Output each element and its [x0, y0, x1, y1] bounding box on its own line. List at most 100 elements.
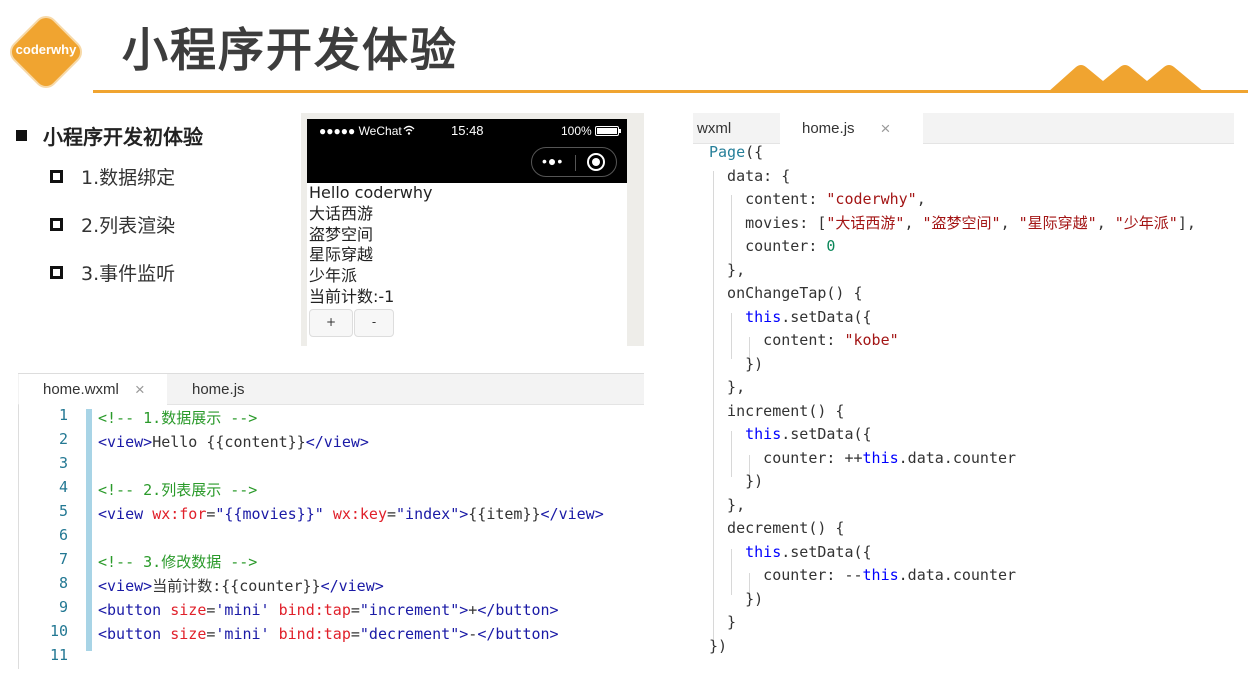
- tab-label: home.js: [802, 120, 855, 137]
- code-line: }): [709, 634, 727, 658]
- wxml-editor: home.wxml × home.js 1 <!-- 1.数据展示 --> 2 <vi…: [18, 373, 644, 669]
- outline-sub-label: 2.列表渲染: [81, 214, 176, 237]
- code-line: this.setData({: [709, 540, 872, 564]
- code-line: <button size='mini' bind:tap="decrement"…: [98, 622, 559, 646]
- phone-content: Hello coderwhy 大话西游 盗梦空间 星际穿越 少年派 当前计数:-…: [307, 183, 627, 337]
- more-icon[interactable]: •●•: [542, 153, 563, 169]
- status-bar: ●●●●● WeChat 15:48 100% •●•: [307, 119, 627, 183]
- editor-tabbar: home.wxml × home.js: [18, 374, 644, 405]
- line-number: 11: [49, 646, 68, 664]
- code-token-tag: <view>: [98, 433, 153, 451]
- code-token-tag: </view>: [320, 577, 384, 595]
- tab-label: wxml: [697, 120, 732, 137]
- code-line: }): [709, 469, 763, 493]
- code-token-jsstr: "大话西游": [826, 213, 905, 232]
- tab-label: home.wxml: [43, 381, 119, 398]
- outline-sub-item: 2.列表渲染: [16, 200, 203, 248]
- carrier-text: ●●●●● WeChat: [319, 124, 402, 138]
- code-line: <!-- 3.修改数据 -->: [98, 550, 257, 574]
- code-token-str: "index": [396, 505, 460, 523]
- code-token-text: .setData({: [781, 542, 872, 561]
- close-circle-icon[interactable]: [587, 153, 605, 171]
- code-token-comment: <!-- 1.数据展示 -->: [98, 409, 258, 427]
- code-line: Page({: [709, 140, 763, 164]
- code-line: onChangeTap() {: [709, 281, 863, 305]
- code-token-text: counter: --: [709, 566, 863, 584]
- code-line: },: [709, 258, 745, 282]
- hollow-square-bullet-icon: [50, 265, 63, 279]
- code-line: }: [709, 610, 736, 634]
- code-token-attr: bind:tap: [278, 625, 351, 643]
- code-line: },: [709, 375, 745, 399]
- code-token-text: },: [709, 260, 746, 279]
- code-token-text: data: {: [709, 166, 791, 185]
- code-token-text: content:: [709, 331, 845, 349]
- movie-item: 少年派: [309, 266, 358, 286]
- outline-main-item: 小程序开发初体验: [16, 118, 203, 152]
- line-number: 5: [58, 502, 68, 520]
- hollow-square-bullet-icon: [50, 217, 63, 231]
- code-token-fn: Page: [709, 143, 746, 161]
- hello-text: Hello coderwhy: [309, 183, 433, 202]
- modified-lines-indicator: [86, 409, 92, 651]
- outline-sub-label: 3.事件监听: [81, 262, 176, 285]
- code-token-text: }: [709, 613, 737, 631]
- code-line: this.setData({: [709, 422, 871, 446]
- code-line: data: {: [709, 164, 790, 188]
- line-number: 8: [58, 574, 68, 592]
- code-token-text: counter:: [709, 237, 827, 255]
- code-token-str: 'mini': [215, 601, 270, 619]
- battery-percent: 100%: [561, 124, 592, 138]
- outline-sub-label: 1.数据绑定: [81, 166, 176, 189]
- code-token-text: ,: [1096, 213, 1115, 232]
- code-token-text: }): [709, 636, 728, 655]
- code-line: <!-- 1.数据展示 -->: [98, 406, 257, 430]
- code-token-tag: <button: [98, 625, 171, 643]
- code-token-tag: <view>: [98, 577, 153, 595]
- code-token-text: +: [468, 601, 478, 619]
- code-token-tag: <view: [98, 505, 153, 523]
- line-number: 1: [58, 406, 68, 424]
- increment-button[interactable]: +: [309, 308, 353, 337]
- code-token-attr: wx:for: [152, 505, 207, 523]
- code-token-kw: this: [745, 307, 782, 326]
- code-token-tag: >: [459, 505, 469, 523]
- close-icon[interactable]: ×: [881, 119, 891, 139]
- code-token-str: "{{movies}}": [215, 505, 324, 523]
- outline-main-label: 小程序开发初体验: [43, 124, 203, 149]
- code-line: increment() {: [709, 399, 844, 423]
- tab-label: home.js: [192, 381, 245, 398]
- code-token-tag: </button>: [477, 625, 559, 643]
- code-line: },: [709, 493, 745, 517]
- close-icon[interactable]: ×: [135, 380, 145, 400]
- code-token-attr: wx:key: [332, 505, 387, 523]
- editor-tabbar: wxml home.js ×: [693, 113, 1234, 144]
- code-token-text: counter: ++: [709, 448, 863, 467]
- tab-home-js[interactable]: home.js ×: [780, 113, 923, 144]
- tab-home-wxml[interactable]: home.wxml ×: [19, 374, 167, 405]
- tab-home-js[interactable]: home.js: [168, 374, 288, 405]
- code-token-text: }): [709, 472, 764, 490]
- code-line: counter: 0: [709, 234, 835, 258]
- js-editor: wxml home.js × Page({ data: { content: "…: [693, 113, 1234, 663]
- code-token-comment: <!-- 3.修改数据 -->: [98, 553, 258, 571]
- phone-screen: ●●●●● WeChat 15:48 100% •●• Hello coderw…: [307, 119, 627, 346]
- code-token-text: onChangeTap() {: [709, 284, 863, 302]
- code-token-text: increment() {: [709, 401, 845, 420]
- outline-sub-item: 1.数据绑定: [16, 152, 203, 200]
- code-token-text: },: [709, 495, 746, 514]
- code-token-text: 当前计数:{{counter}}: [152, 577, 321, 595]
- code-token-text: decrement() {: [709, 519, 845, 537]
- code-token-text: movies: [: [709, 213, 827, 232]
- code-token-text: .setData({: [781, 307, 872, 326]
- code-token-attr: size: [170, 625, 207, 643]
- code-token-kw: this: [862, 448, 899, 467]
- logo-text: coderwhy: [15, 42, 77, 57]
- code-token-attr: bind:tap: [278, 601, 351, 619]
- decrement-button[interactable]: -: [354, 308, 394, 337]
- code-token-text: ({: [745, 143, 764, 161]
